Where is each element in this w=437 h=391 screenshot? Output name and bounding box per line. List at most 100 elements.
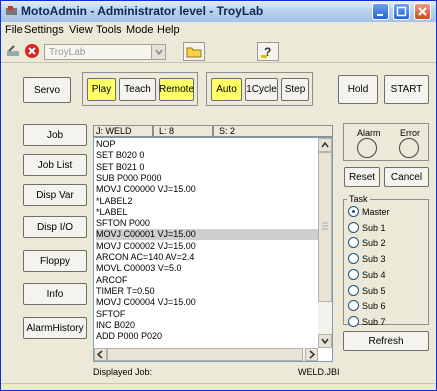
program-line[interactable]: *LABEL2 — [96, 196, 316, 207]
task-radio-label: Master — [362, 207, 390, 217]
auto-button[interactable]: Auto — [211, 78, 242, 101]
program-line[interactable]: SFTOF — [96, 309, 316, 320]
scroll-right-button[interactable] — [305, 348, 318, 361]
task-radio-sub-4[interactable] — [348, 268, 359, 280]
task-radio-sub-1[interactable] — [348, 221, 359, 233]
hold-button[interactable]: Hold — [338, 75, 378, 104]
program-line[interactable]: SET B021 0 — [96, 162, 316, 173]
error-label: Error — [400, 128, 420, 138]
displayed-job-value: WELD.JBI — [298, 367, 340, 377]
scroll-thumb[interactable] — [318, 152, 332, 302]
program-line[interactable]: SET B020 0 — [96, 150, 316, 161]
grip-icon — [322, 222, 328, 230]
floppy-button[interactable]: Floppy — [23, 250, 87, 272]
open-folder-button[interactable] — [183, 42, 205, 61]
program-line[interactable]: MOVJ C00004 VJ=15.00 — [96, 297, 316, 308]
minimize-button[interactable] — [372, 3, 389, 20]
task-radio-label: Sub 1 — [362, 222, 386, 233]
job-name: J: WELD — [96, 126, 132, 136]
step-field: S: 2 — [213, 125, 333, 137]
chevron-down-icon — [155, 49, 163, 56]
program-line[interactable]: MOVJ C00002 VJ=15.00 — [96, 241, 316, 252]
program-line[interactable]: MOVL C00003 V=5.0 — [96, 263, 316, 274]
close-button[interactable] — [414, 3, 431, 20]
app-icon — [6, 6, 17, 15]
close-icon — [418, 7, 427, 16]
maximize-icon — [396, 6, 407, 17]
task-radio-label: Sub 4 — [362, 269, 386, 280]
job-button[interactable]: Job — [23, 124, 87, 146]
play-button[interactable]: Play — [87, 78, 116, 101]
program-line[interactable]: INC B020 — [96, 320, 316, 331]
step-button[interactable]: Step — [281, 78, 309, 101]
task-radio-sub-7[interactable] — [348, 315, 359, 327]
job-name-field: J: WELD — [93, 125, 153, 137]
menu-help[interactable]: Help — [157, 24, 180, 36]
program-line[interactable]: MOVJ C00001 VJ=15.00 — [96, 229, 320, 241]
connect-icon[interactable] — [6, 44, 22, 59]
step-number: S: 2 — [219, 126, 236, 136]
program-line[interactable]: ADD P000 P020 — [96, 331, 316, 342]
program-line[interactable]: ARCOF — [96, 275, 316, 286]
horizontal-scrollbar[interactable] — [94, 348, 318, 361]
alarm-history-button[interactable]: AlarmHistory — [23, 317, 87, 339]
task-radio-sub-5[interactable] — [348, 284, 359, 296]
scroll-up-button[interactable] — [318, 138, 332, 152]
program-line[interactable]: *LABEL — [96, 207, 316, 218]
controller-combobox[interactable]: TroyLab — [44, 44, 166, 60]
menu-settings[interactable]: Settings — [24, 24, 64, 36]
program-line[interactable]: MOVJ C00000 VJ=15.00 — [96, 184, 316, 195]
menu-view[interactable]: View — [69, 24, 93, 36]
job-list-button[interactable]: Job List — [23, 154, 87, 176]
task-radio-label: Sub 2 — [362, 238, 386, 249]
scroll-left-button[interactable] — [94, 348, 107, 361]
disconnect-icon[interactable] — [24, 43, 40, 59]
controller-combobox-value: TroyLab — [49, 47, 86, 58]
cancel-button[interactable]: Cancel — [384, 167, 429, 187]
program-line[interactable]: NOP — [96, 139, 316, 150]
app-window: MotoAdmin - Administrator level - TroyLa… — [0, 0, 437, 391]
status-bar — [1, 383, 436, 390]
teach-button[interactable]: Teach — [119, 78, 156, 101]
one-cycle-button[interactable]: 1Cycle — [245, 78, 278, 101]
line-field: L: 8 — [153, 125, 213, 137]
displayed-job-label: Displayed Job: — [93, 367, 153, 377]
chevron-left-icon — [96, 350, 103, 359]
scroll-down-button[interactable] — [318, 334, 332, 348]
chevron-up-icon — [321, 141, 329, 148]
vertical-scrollbar[interactable] — [318, 138, 332, 348]
task-radio-label: Sub 5 — [362, 285, 386, 296]
remote-button[interactable]: Remote — [159, 78, 194, 101]
combo-dropdown-button[interactable] — [151, 45, 165, 59]
program-line[interactable]: ARCON AC=140 AV=2.4 — [96, 252, 316, 263]
alarm-label: Alarm — [357, 128, 381, 138]
task-radio-label: Sub 7 — [362, 316, 386, 327]
title-bar: MotoAdmin - Administrator level - TroyLa… — [1, 1, 436, 22]
menu-mode[interactable]: Mode — [126, 24, 154, 36]
servo-button[interactable]: Servo — [23, 77, 71, 103]
info-button[interactable]: Info — [23, 283, 87, 305]
alarm-indicator — [357, 138, 377, 158]
program-line[interactable]: SUB P000 P000 — [96, 173, 316, 184]
task-radio-label: Sub 3 — [362, 254, 386, 265]
reset-button[interactable]: Reset — [344, 167, 380, 187]
program-line[interactable]: TIMER T=0.50 — [96, 286, 316, 297]
task-radio-label: Sub 6 — [362, 301, 386, 312]
program-listing[interactable]: NOP SET B020 0 SET B021 0 SUB P000 P000 MOVJ… — [93, 137, 333, 362]
disp-var-button[interactable]: Disp Var — [23, 184, 87, 206]
refresh-button[interactable]: Refresh — [343, 331, 429, 351]
maximize-button[interactable] — [393, 3, 410, 20]
help-icon: ? — [261, 45, 271, 59]
menu-file[interactable]: File — [5, 24, 23, 36]
disp-io-button[interactable]: Disp I/O — [23, 216, 87, 238]
minimize-icon — [377, 14, 383, 16]
horizontal-scroll-thumb[interactable] — [107, 348, 303, 361]
program-line[interactable]: SFTON P000 — [96, 218, 316, 229]
chevron-down-icon — [321, 338, 329, 345]
toolbar: TroyLab ? — [1, 39, 436, 63]
help-button[interactable]: ? — [257, 42, 279, 61]
task-radio-master[interactable] — [348, 206, 359, 217]
start-button[interactable]: START — [384, 75, 429, 104]
menu-bar: File Settings View Tools Mode Help — [1, 22, 436, 39]
menu-tools[interactable]: Tools — [96, 24, 122, 36]
